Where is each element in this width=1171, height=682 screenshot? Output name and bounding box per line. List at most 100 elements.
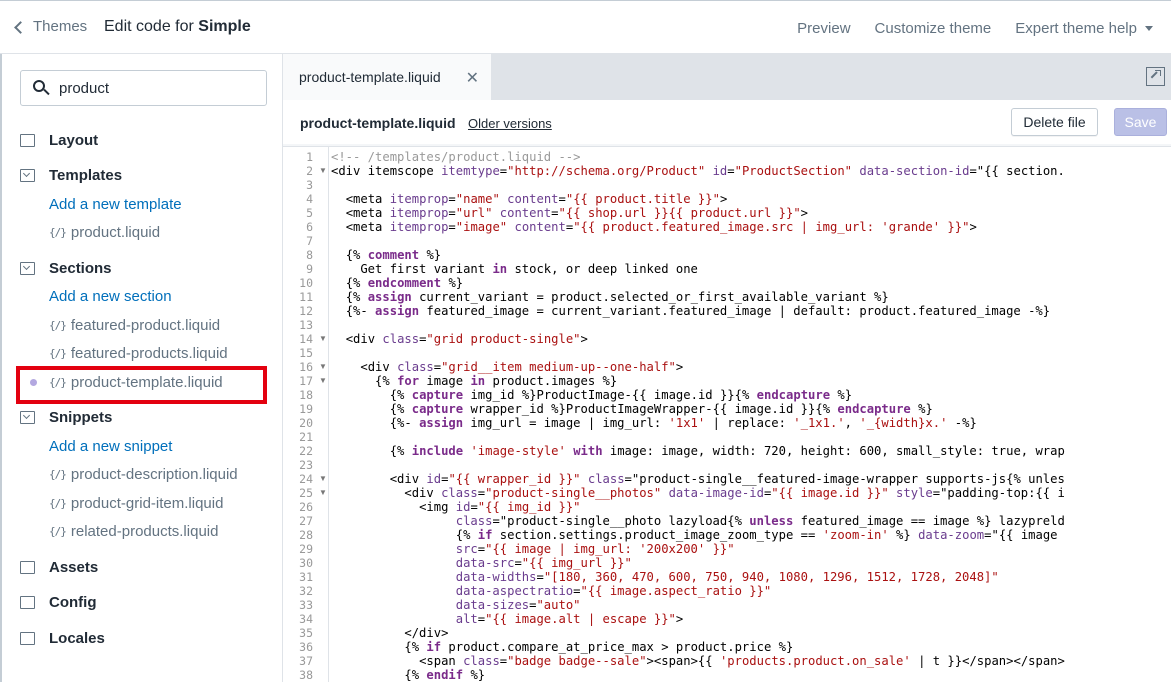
line-number: 13 [299, 318, 313, 332]
add-section-link[interactable]: Add a new section [20, 283, 280, 312]
file-item[interactable]: {/} product-description.liquid [20, 461, 280, 490]
code-line: data-aspectratio="{{ image.aspect_ratio … [455, 584, 772, 598]
folder-sections[interactable]: Sections [20, 254, 280, 283]
code-line: <meta itemprop="image" content="{{ produ… [345, 220, 977, 234]
folder-icon [20, 596, 35, 610]
close-icon[interactable]: ✕ [466, 68, 479, 88]
line-number: 17 [299, 374, 313, 388]
file-item[interactable]: {/} product.liquid [20, 219, 280, 248]
page-title: Edit code for Simple [104, 18, 251, 35]
file-item[interactable]: {/} featured-products.liquid [20, 340, 280, 369]
file-item[interactable]: {/} product-grid-item.liquid [20, 489, 280, 518]
tab-product-template[interactable]: product-template.liquid ✕ [283, 54, 491, 100]
line-number: 18 [299, 388, 313, 402]
older-versions-link[interactable]: Older versions [468, 116, 552, 131]
file-item[interactable]: {/} featured-product.liquid [20, 311, 280, 340]
line-number: 34 [299, 612, 313, 626]
file-item[interactable]: {/} related-products.liquid [20, 518, 280, 547]
file-sidebar: Layout Templates Add a new template {/} … [0, 54, 283, 682]
code-line: {% capture wrapper_id %}ProductImageWrap… [389, 402, 933, 416]
folder-open-icon [20, 411, 35, 425]
line-number: 37 [299, 654, 313, 668]
fold-arrow-icon[interactable]: ▼ [319, 472, 327, 486]
fullscreen-icon[interactable] [1146, 67, 1165, 86]
line-number: 6 [306, 220, 313, 234]
line-number: 33 [299, 598, 313, 612]
fold-arrow-icon[interactable]: ▼ [319, 374, 327, 388]
liquid-file-icon: {/} [49, 525, 67, 539]
file-name: product-template.liquid [300, 115, 456, 131]
line-number: 4 [306, 192, 313, 206]
folder-assets[interactable]: Assets [20, 553, 280, 582]
add-template-link[interactable]: Add a new template [20, 190, 280, 219]
line-number: 25 [299, 486, 313, 500]
code-line: <meta itemprop="url" content="{{ shop.ur… [345, 206, 808, 220]
folder-open-icon [20, 169, 35, 183]
back-to-themes-link[interactable]: Themes [14, 18, 88, 35]
code-line: src="{{ image | img_url: '200x200' }}" [455, 542, 735, 556]
code-line: Get first variant in stock, or deep link… [331, 262, 698, 276]
editor-tab-bar: product-template.liquid ✕ [283, 54, 1171, 100]
line-number: 7 [306, 234, 313, 248]
file-item-active[interactable]: {/} product-template.liquid [20, 368, 280, 397]
search-input[interactable] [59, 79, 249, 97]
code-line: data-sizes="auto" [455, 598, 581, 612]
code-line: data-src="{{ img_url }}" [455, 556, 632, 570]
expert-theme-help-menu[interactable]: Expert theme help [1015, 20, 1153, 37]
chevron-left-icon [14, 20, 27, 34]
code-line: {% for image in product.images %} [375, 374, 618, 388]
line-number: 10 [299, 276, 313, 290]
line-number: 22 [299, 444, 313, 458]
line-number: 5 [306, 206, 313, 220]
liquid-file-icon: {/} [49, 496, 67, 510]
code-line: {% include 'image-style' with image: ima… [389, 444, 1065, 458]
caret-down-icon [1145, 25, 1153, 31]
folder-locales[interactable]: Locales [20, 624, 280, 653]
folder-layout[interactable]: Layout [20, 126, 280, 155]
line-number: 36 [299, 640, 313, 654]
line-number: 16 [299, 360, 313, 374]
line-number: 21 [299, 430, 313, 444]
liquid-file-icon: {/} [49, 226, 67, 240]
code-line: <div class="product-single__photos" data… [404, 486, 1065, 500]
search-icon [33, 80, 50, 96]
liquid-file-icon: {/} [49, 375, 67, 389]
line-number: 9 [306, 262, 313, 276]
back-label: Themes [33, 18, 88, 35]
active-file-dot [30, 379, 37, 386]
line-number: 2 [306, 164, 313, 178]
liquid-file-icon: {/} [49, 318, 67, 332]
folder-icon [20, 560, 35, 574]
code-line: </div> [404, 626, 449, 640]
line-number: 12 [299, 304, 313, 318]
code-line: data-widths="[180, 360, 470, 600, 750, 9… [455, 570, 999, 584]
add-snippet-link[interactable]: Add a new snippet [20, 432, 280, 461]
liquid-file-icon: {/} [49, 347, 67, 361]
code-area[interactable]: 1 2 ▼ 3 4 5 6 7 8 9 10 11 12 13 14 ▼ 15 16 ▼ 17 ▼ 18 19 20 21 22 2… [283, 146, 1171, 682]
customize-theme-link[interactable]: Customize theme [875, 20, 992, 37]
folder-snippets[interactable]: Snippets [20, 404, 280, 433]
line-number: 30 [299, 556, 313, 570]
line-number: 26 [299, 500, 313, 514]
code-line: {% if product.compare_at_price_max > pro… [404, 640, 794, 654]
code-line: <meta itemprop="name" content="{{ produc… [345, 192, 728, 206]
folder-config[interactable]: Config [20, 589, 280, 618]
folder-templates[interactable]: Templates [20, 162, 280, 191]
preview-link[interactable]: Preview [797, 20, 850, 37]
code-line: {% capture img_id %}ProductImage-{{ imag… [389, 388, 853, 402]
file-search[interactable] [20, 70, 267, 106]
save-button[interactable]: Save [1114, 108, 1167, 136]
folder-icon [20, 133, 35, 147]
code-line: {% endif %} [404, 668, 486, 682]
line-number: 1 [306, 150, 313, 164]
code-line: <div class="grid__item medium-up--one-ha… [360, 360, 684, 374]
fold-arrow-icon[interactable]: ▼ [319, 486, 327, 500]
fold-arrow-icon[interactable]: ▼ [319, 360, 327, 374]
line-number: 19 [299, 402, 313, 416]
line-number: 32 [299, 584, 313, 598]
fold-arrow-icon[interactable]: ▼ [319, 332, 327, 346]
topbar-actions: Preview Customize theme Expert theme hel… [797, 1, 1171, 55]
fold-arrow-icon[interactable]: ▼ [319, 164, 327, 178]
delete-file-button[interactable]: Delete file [1011, 108, 1098, 136]
code-line: <!-- /templates/product.liquid --> [331, 150, 581, 164]
